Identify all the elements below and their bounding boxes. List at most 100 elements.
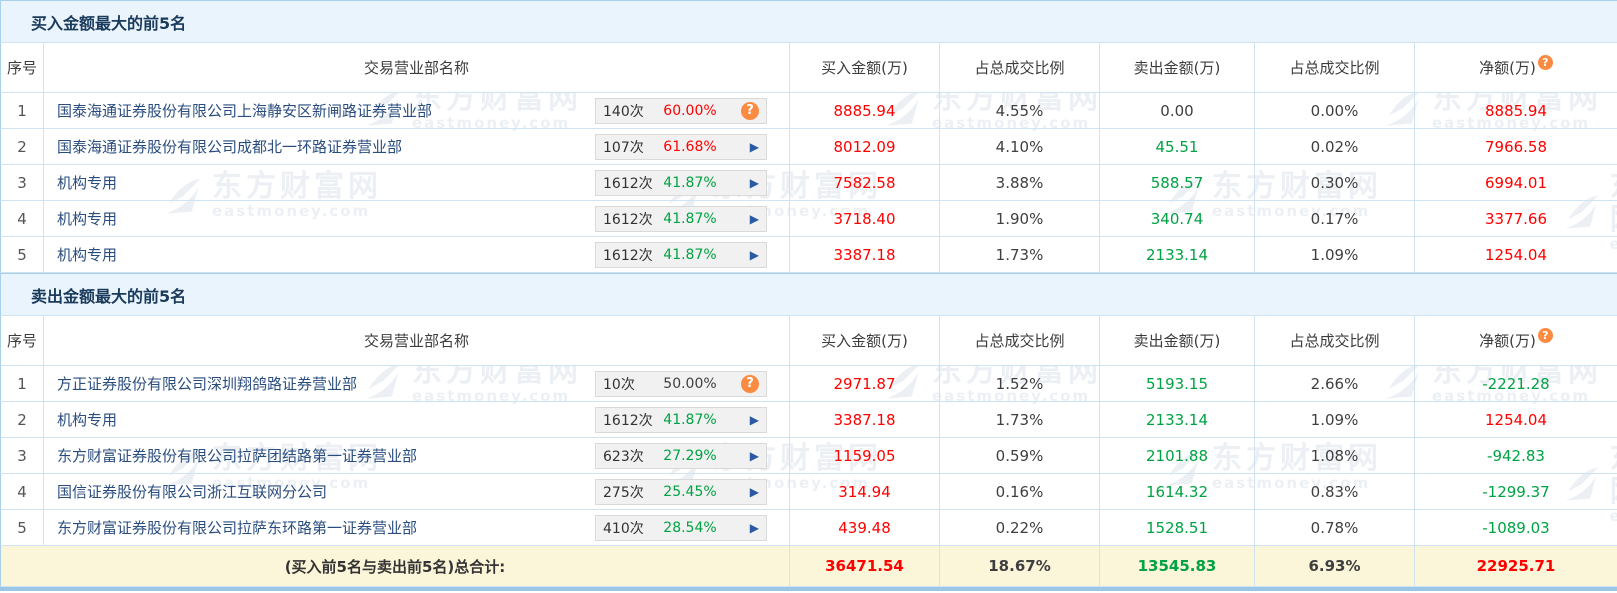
dept-name-cell: 机构专用 1612次 41.87% ▶	[44, 165, 790, 201]
col-header-name: 交易营业部名称	[44, 43, 790, 93]
row-seq: 1	[17, 102, 27, 120]
history-badge[interactable]: 1612次 41.87% ▶	[595, 206, 767, 232]
badge-count: 10次	[596, 374, 658, 394]
dept-name-cell: 东方财富证券股份有限公司拉萨团结路第一证券营业部 623次 27.29% ▶	[44, 438, 790, 474]
history-badge[interactable]: 275次 25.45% ▶	[595, 479, 767, 505]
buy-amount: 8012.09	[790, 129, 940, 165]
buy-ratio: 0.16%	[940, 474, 1100, 510]
sell-amount: 2133.14	[1100, 402, 1255, 438]
totals-label: (买入前5名与卖出前5名)总合计:	[0, 546, 790, 587]
row-seq: 3	[17, 447, 27, 465]
table-row: 4 机构专用 1612次 41.87% ▶ 3718.40 1.90% 340.…	[0, 201, 1617, 237]
badge-count: 107次	[596, 137, 658, 157]
sell-amount: 340.74	[1100, 201, 1255, 237]
help-icon[interactable]: ?	[741, 102, 759, 120]
row-seq: 4	[17, 483, 27, 501]
history-badge[interactable]: 10次 50.00% ?	[595, 371, 767, 397]
dept-link[interactable]: 国泰海通证券股份有限公司上海静安区新闸路证券营业部	[57, 100, 432, 121]
sell-amount: 45.51	[1100, 129, 1255, 165]
badge-percent: 41.87%	[658, 211, 722, 227]
table-row: 3 东方财富证券股份有限公司拉萨团结路第一证券营业部 623次 27.29% ▶…	[0, 438, 1617, 474]
col-header-net-label: 净额(万)	[1479, 57, 1536, 78]
dept-link[interactable]: 东方财富证券股份有限公司拉萨团结路第一证券营业部	[57, 445, 417, 466]
net-amount: 6994.01	[1415, 165, 1617, 201]
dept-link[interactable]: 国泰海通证券股份有限公司成都北一环路证券营业部	[57, 136, 402, 157]
expand-arrow-icon[interactable]: ▶	[750, 141, 759, 153]
sell-amount: 2133.14	[1100, 237, 1255, 273]
col-header-sell-ratio: 占总成交比例	[1255, 316, 1415, 366]
expand-arrow-icon[interactable]: ▶	[750, 249, 759, 261]
buy-ratio: 4.10%	[940, 129, 1100, 165]
history-badge[interactable]: 1612次 41.87% ▶	[595, 407, 767, 433]
net-amount: -1299.37	[1415, 474, 1617, 510]
expand-arrow-icon[interactable]: ▶	[750, 213, 759, 225]
expand-arrow-icon[interactable]: ▶	[750, 522, 759, 534]
row-seq: 5	[17, 519, 27, 537]
buy-amount: 2971.87	[790, 366, 940, 402]
buy-ratio: 3.88%	[940, 165, 1100, 201]
badge-count: 1612次	[596, 245, 658, 265]
help-icon[interactable]: ?	[1538, 328, 1553, 343]
sell-section-header: 卖出金额最大的前5名	[0, 273, 1617, 316]
dept-name-cell: 机构专用 1612次 41.87% ▶	[44, 237, 790, 273]
dept-link: 机构专用	[57, 208, 117, 229]
badge-count: 410次	[596, 518, 658, 538]
table-row: 1 方正证券股份有限公司深圳翔鸽路证券营业部 10次 50.00% ? 2971…	[0, 366, 1617, 402]
row-seq: 5	[17, 246, 27, 264]
col-header-buy: 买入金额(万)	[790, 316, 940, 366]
totals-row: (买入前5名与卖出前5名)总合计: 36471.54 18.67% 13545.…	[0, 546, 1617, 587]
sell-amount: 1528.51	[1100, 510, 1255, 546]
badge-percent: 28.54%	[658, 520, 722, 536]
badge-count: 623次	[596, 446, 658, 466]
history-badge[interactable]: 623次 27.29% ▶	[595, 443, 767, 469]
buy-ratio: 1.52%	[940, 366, 1100, 402]
expand-arrow-icon[interactable]: ▶	[750, 450, 759, 462]
help-icon[interactable]: ?	[741, 375, 759, 393]
totals-sell-ratio: 6.93%	[1255, 546, 1415, 587]
history-badge[interactable]: 1612次 41.87% ▶	[595, 242, 767, 268]
buy-section-header: 买入金额最大的前5名	[0, 0, 1617, 43]
expand-arrow-icon[interactable]: ▶	[750, 414, 759, 426]
col-header-net: 净额(万) ?	[1415, 316, 1617, 366]
buy-amount: 1159.05	[790, 438, 940, 474]
history-badge[interactable]: 107次 61.68% ▶	[595, 134, 767, 160]
sell-amount: 0.00	[1100, 93, 1255, 129]
row-seq: 1	[17, 375, 27, 393]
sell-ratio: 0.02%	[1255, 129, 1415, 165]
totals-buy-ratio: 18.67%	[940, 546, 1100, 587]
buy-amount: 7582.58	[790, 165, 940, 201]
net-amount: 3377.66	[1415, 201, 1617, 237]
expand-arrow-icon[interactable]: ▶	[750, 177, 759, 189]
help-icon[interactable]: ?	[1538, 55, 1553, 70]
buy-amount: 8885.94	[790, 93, 940, 129]
dept-name-cell: 国泰海通证券股份有限公司成都北一环路证券营业部 107次 61.68% ▶	[44, 129, 790, 165]
sell-ratio: 0.17%	[1255, 201, 1415, 237]
row-seq: 4	[17, 210, 27, 228]
sell-amount: 2101.88	[1100, 438, 1255, 474]
sell-amount: 588.57	[1100, 165, 1255, 201]
totals-net: 22925.71	[1415, 546, 1617, 587]
buy-amount: 439.48	[790, 510, 940, 546]
history-badge[interactable]: 410次 28.54% ▶	[595, 515, 767, 541]
dept-link[interactable]: 东方财富证券股份有限公司拉萨东环路第一证券营业部	[57, 517, 417, 538]
badge-count: 1612次	[596, 410, 658, 430]
sell-ratio: 1.08%	[1255, 438, 1415, 474]
totals-sell: 13545.83	[1100, 546, 1255, 587]
dept-link[interactable]: 国信证券股份有限公司浙江互联网分公司	[57, 481, 327, 502]
dept-link: 机构专用	[57, 409, 117, 430]
buy-ratio: 1.73%	[940, 402, 1100, 438]
history-badge[interactable]: 1612次 41.87% ▶	[595, 170, 767, 196]
expand-arrow-icon[interactable]: ▶	[750, 486, 759, 498]
sell-ratio: 0.78%	[1255, 510, 1415, 546]
sell-amount: 5193.15	[1100, 366, 1255, 402]
badge-percent: 25.45%	[658, 484, 722, 500]
history-badge[interactable]: 140次 60.00% ?	[595, 98, 767, 124]
sell-section-title: 卖出金额最大的前5名	[31, 283, 186, 307]
totals-buy: 36471.54	[790, 546, 940, 587]
net-amount: -942.83	[1415, 438, 1617, 474]
sell-table-header-row: 序号 交易营业部名称 买入金额(万) 占总成交比例 卖出金额(万) 占总成交比例…	[0, 316, 1617, 366]
dept-link[interactable]: 方正证券股份有限公司深圳翔鸽路证券营业部	[57, 373, 357, 394]
col-header-net: 净额(万) ?	[1415, 43, 1617, 93]
row-seq: 3	[17, 174, 27, 192]
bottom-border-strip	[0, 587, 1617, 591]
